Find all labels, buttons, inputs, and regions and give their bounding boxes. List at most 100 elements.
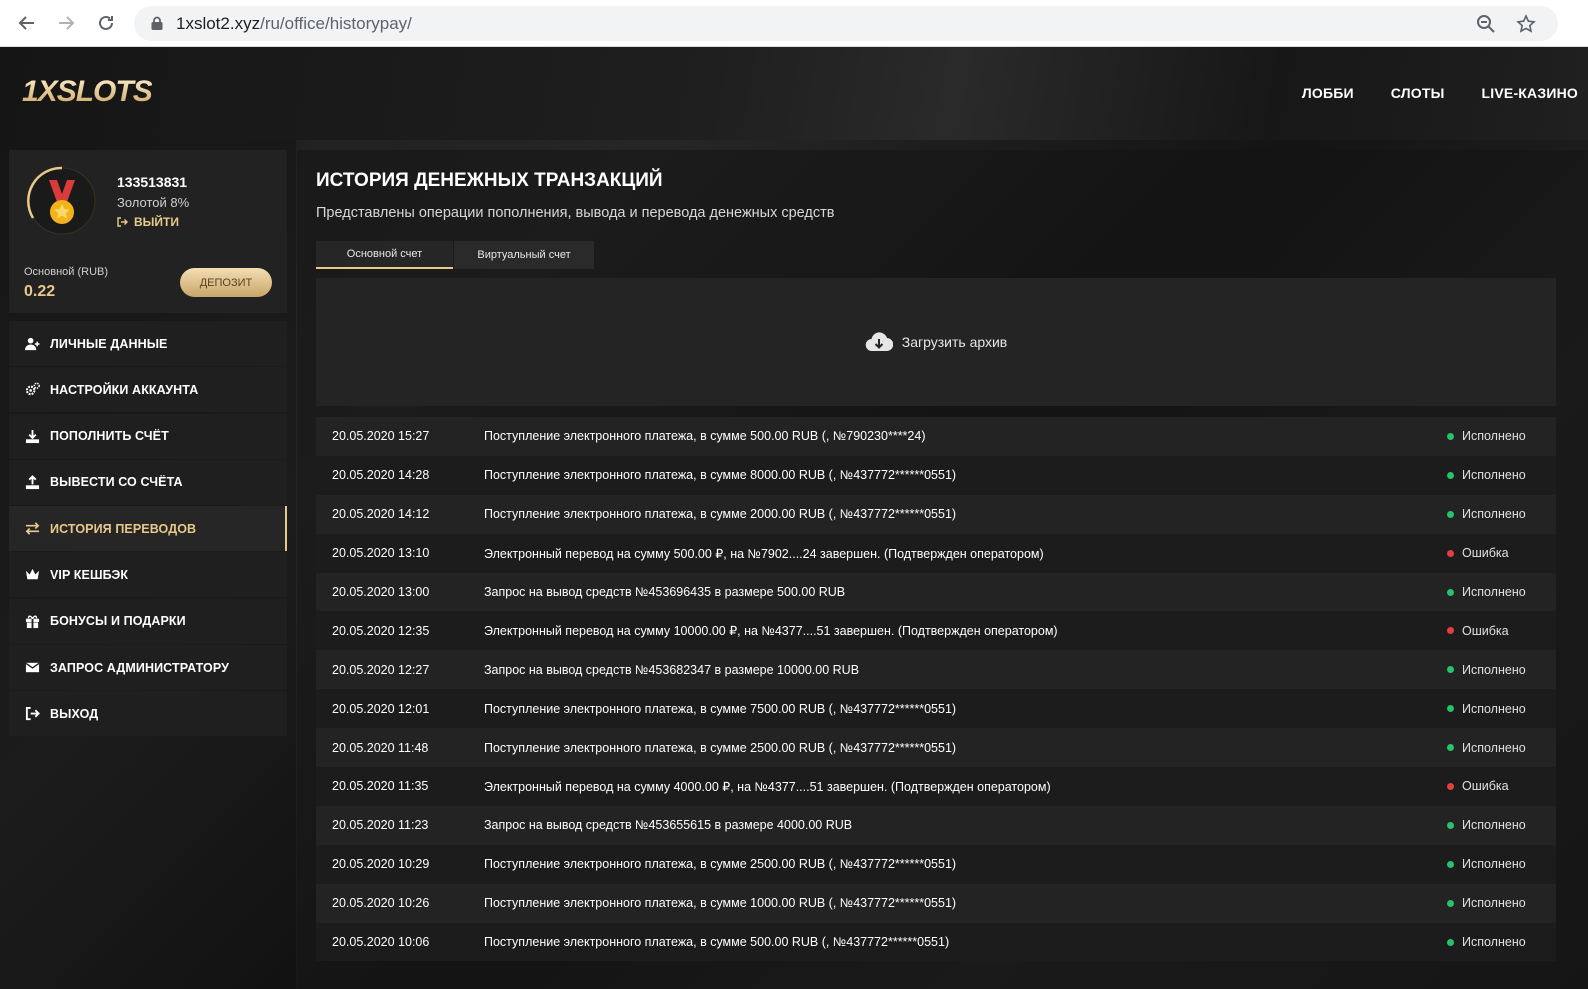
tx-status-label: Исполнено [1462,429,1526,444]
sidebar-item-label: ИСТОРИЯ ПЕРЕВОДОВ [50,521,197,536]
table-row[interactable]: 20.05.2020 11:23 Запрос на вывод средств … [316,805,1556,845]
sidebar-item-transfer-history[interactable]: ИСТОРИЯ ПЕРЕВОДОВ [9,506,287,552]
profile-card: 133513831 Золотой 8% ВЫЙТИ Основной (RUB… [9,150,287,313]
status-dot-icon [1447,588,1454,596]
sidebar-item-withdraw[interactable]: ВЫВЕСТИ СО СЧЁТА [9,459,287,505]
arrow-right-icon [59,16,75,30]
sidebar-item-account-settings[interactable]: НАСТРОЙКИ АККАУНТА [9,367,287,413]
status-dot-icon [1447,860,1454,868]
nav-lobby[interactable]: ЛОББИ [1302,85,1354,101]
tx-status-label: Исполнено [1462,585,1526,599]
tx-date: 20.05.2020 14:12 [332,507,430,522]
tab-virtual-account[interactable]: Виртуальный счет [454,241,594,269]
table-row[interactable]: 20.05.2020 12:01 Поступление электронного… [316,689,1556,729]
nav-slots[interactable]: СЛОТЫ [1391,85,1445,101]
tx-status-label: Исполнено [1462,896,1526,911]
tx-status: Ошибка [1447,624,1509,638]
tx-status: Исполнено [1447,818,1526,832]
logout-link[interactable]: ВЫЙТИ [117,215,179,229]
status-dot-icon [1447,744,1454,752]
sidebar-item-personal-data[interactable]: ЛИЧНЫЕ ДАННЫЕ [9,321,287,366]
tx-date: 20.05.2020 13:00 [332,585,430,599]
tx-date: 20.05.2020 11:48 [332,740,429,755]
sidebar-item-label: НАСТРОЙКИ АККАУНТА [50,382,199,397]
download-archive-label: Загрузить архив [901,334,1008,350]
tx-description: Запрос на вывод средств №453682347 в раз… [484,662,860,677]
download-archive-button[interactable]: Загрузить архив [316,278,1556,406]
tx-date: 20.05.2020 10:29 [332,857,430,872]
tx-status: Исполнено [1447,429,1526,443]
table-row[interactable]: 20.05.2020 12:27 Запрос на вывод средств … [316,650,1556,690]
sidebar-item-admin-request[interactable]: ЗАПРОС АДМИНИСТРАТОРУ [9,645,287,691]
status-dot-icon [1447,899,1454,907]
nav-live-casino[interactable]: LIVE-КАЗИНО [1482,85,1578,101]
tx-description: Электронный перевод на сумму 10000.00 ₽,… [484,624,1058,639]
sidebar-item-deposit[interactable]: ПОПОЛНИТЬ СЧЁТ [9,413,287,459]
transfer-arrows-icon [24,521,40,537]
url-text: 1xslot2.xyz/ru/office/historypay/ [176,14,412,34]
tx-date: 20.05.2020 12:35 [332,623,430,638]
download-icon [24,428,40,444]
sidebar-item-label: VIP КЕШБЭК [50,567,129,582]
status-dot-icon [1447,471,1454,479]
tx-date: 20.05.2020 14:28 [332,468,430,483]
transactions-list: 20.05.2020 15:27 Поступление электронного… [316,417,1556,962]
status-dot-icon [1447,627,1454,635]
table-row[interactable]: 20.05.2020 10:29 Поступление электронного… [316,844,1556,884]
tx-status-label: Ошибка [1462,779,1509,794]
tx-status: Исполнено [1447,857,1526,871]
status-dot-icon [1447,549,1454,557]
page-title: ИСТОРИЯ ДЕНЕЖНЫХ ТРАНЗАКЦИЙ [316,170,663,191]
address-bar[interactable]: 1xslot2.xyz/ru/office/historypay/ [134,6,1558,41]
status-dot-icon [1447,432,1454,440]
reload-button[interactable] [92,9,120,37]
tx-status-label: Исполнено [1462,818,1526,833]
back-button[interactable] [13,9,41,37]
sidebar-menu: ЛИЧНЫЕ ДАННЫЕ НАСТРОЙКИ АККАУНТА ПОПОЛНИ… [9,321,287,738]
site-header: 1XSLOTS ЛОББИ СЛОТЫ LIVE-КАЗИНО [0,47,1588,140]
user-plus-icon [24,336,40,352]
tx-description: Поступление электронного платежа, в сумм… [484,896,957,911]
table-row[interactable]: 20.05.2020 11:48 Поступление электронного… [316,728,1556,768]
table-row[interactable]: 20.05.2020 15:27 Поступление электронного… [316,417,1556,456]
zoom-icon[interactable] [1476,14,1496,34]
tx-status: Ошибка [1447,546,1509,560]
user-level: Золотой 8% [117,195,190,210]
crown-icon [24,567,40,583]
tx-date: 20.05.2020 15:27 [332,429,430,444]
deposit-button[interactable]: ДЕПОЗИТ [180,268,272,297]
status-dot-icon [1447,938,1454,946]
sidebar-item-vip-cashback[interactable]: VIP КЕШБЭК [9,552,287,598]
table-row[interactable]: 20.05.2020 14:28 Поступление электронного… [316,455,1556,495]
sidebar-item-label: ВЫВЕСТИ СО СЧЁТА [50,475,183,490]
site-logo[interactable]: 1XSLOTS [22,75,153,109]
cloud-download-icon [865,332,893,352]
tx-status: Исполнено [1447,663,1526,677]
star-icon[interactable] [1516,14,1536,34]
table-row[interactable]: 20.05.2020 13:10 Электронный перевод на с… [316,533,1556,573]
tx-status: Исполнено [1447,507,1526,521]
sidebar-item-bonuses[interactable]: БОНУСЫ И ПОДАРКИ [9,598,287,644]
upload-icon [24,474,40,490]
table-row[interactable]: 20.05.2020 12:35 Электронный перевод на с… [316,611,1556,651]
sign-out-icon [117,217,128,227]
balance-value: 0.22 [24,283,56,300]
tx-description: Поступление электронного платежа, в сумм… [484,701,957,716]
medal-avatar-icon [27,166,96,235]
tx-status: Исполнено [1447,935,1526,949]
table-row[interactable]: 20.05.2020 13:00 Запрос на вывод средств … [316,572,1556,612]
table-row[interactable]: 20.05.2020 10:26 Поступление электронного… [316,883,1556,923]
reload-icon [99,15,113,30]
tab-main-account[interactable]: Основной счет [316,241,453,269]
tx-description: Поступление электронного платежа, в сумм… [484,429,926,444]
sidebar-item-logout[interactable]: ВЫХОД [9,691,287,737]
gears-icon [24,382,40,398]
tx-date: 20.05.2020 12:27 [332,662,430,677]
table-row[interactable]: 20.05.2020 14:12 Поступление электронного… [316,494,1556,534]
table-row[interactable]: 20.05.2020 10:06 Поступление электронного… [316,922,1556,962]
logout-label: ВЫЙТИ [134,215,179,229]
tx-description: Поступление электронного платежа, в сумм… [484,740,957,755]
table-row[interactable]: 20.05.2020 11:35 Электронный перевод на с… [316,767,1556,806]
forward-button[interactable] [52,9,80,37]
tx-status-label: Исполнено [1462,857,1526,872]
